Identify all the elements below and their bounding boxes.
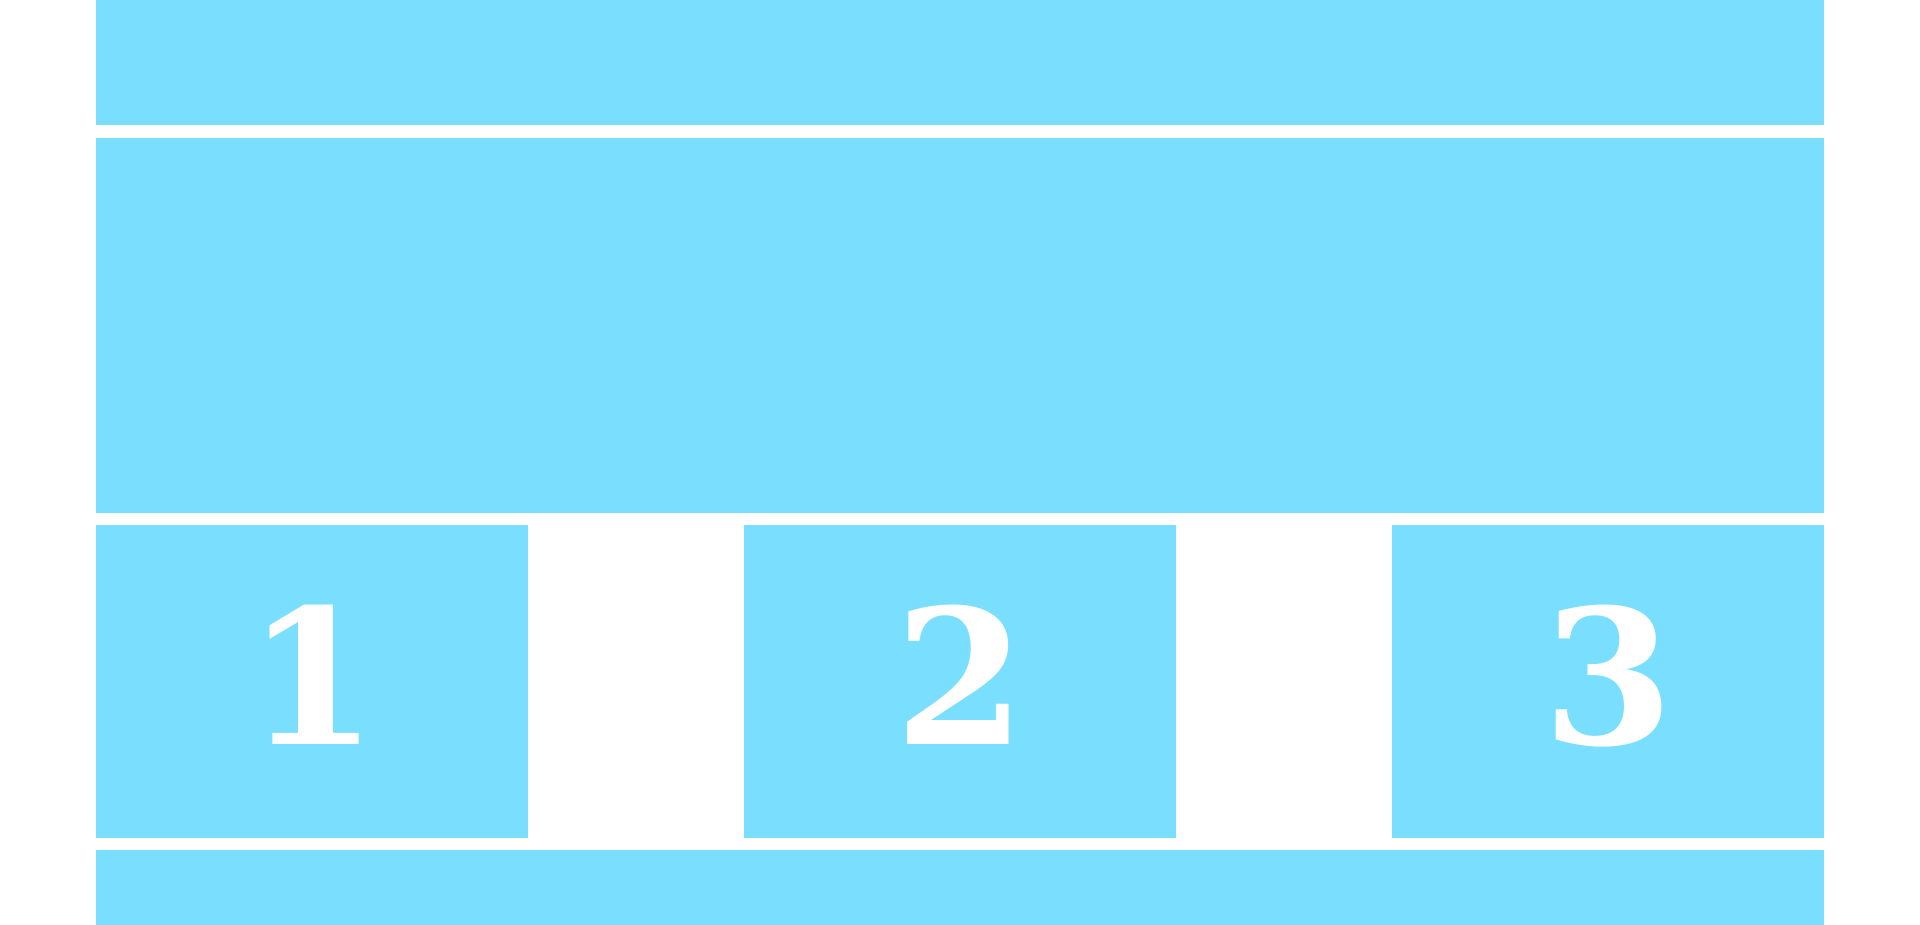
header-block bbox=[96, 0, 1824, 125]
card-3-number: 3 bbox=[1542, 567, 1674, 789]
card-3: 3 bbox=[1392, 525, 1824, 838]
footer-block bbox=[96, 850, 1824, 925]
card-2-number: 2 bbox=[894, 567, 1026, 789]
card-1-number: 1 bbox=[246, 567, 378, 789]
hero-block bbox=[96, 138, 1824, 513]
page-container: 1 2 3 bbox=[96, 0, 1824, 925]
card-2: 2 bbox=[744, 525, 1176, 838]
card-1: 1 bbox=[96, 525, 528, 838]
